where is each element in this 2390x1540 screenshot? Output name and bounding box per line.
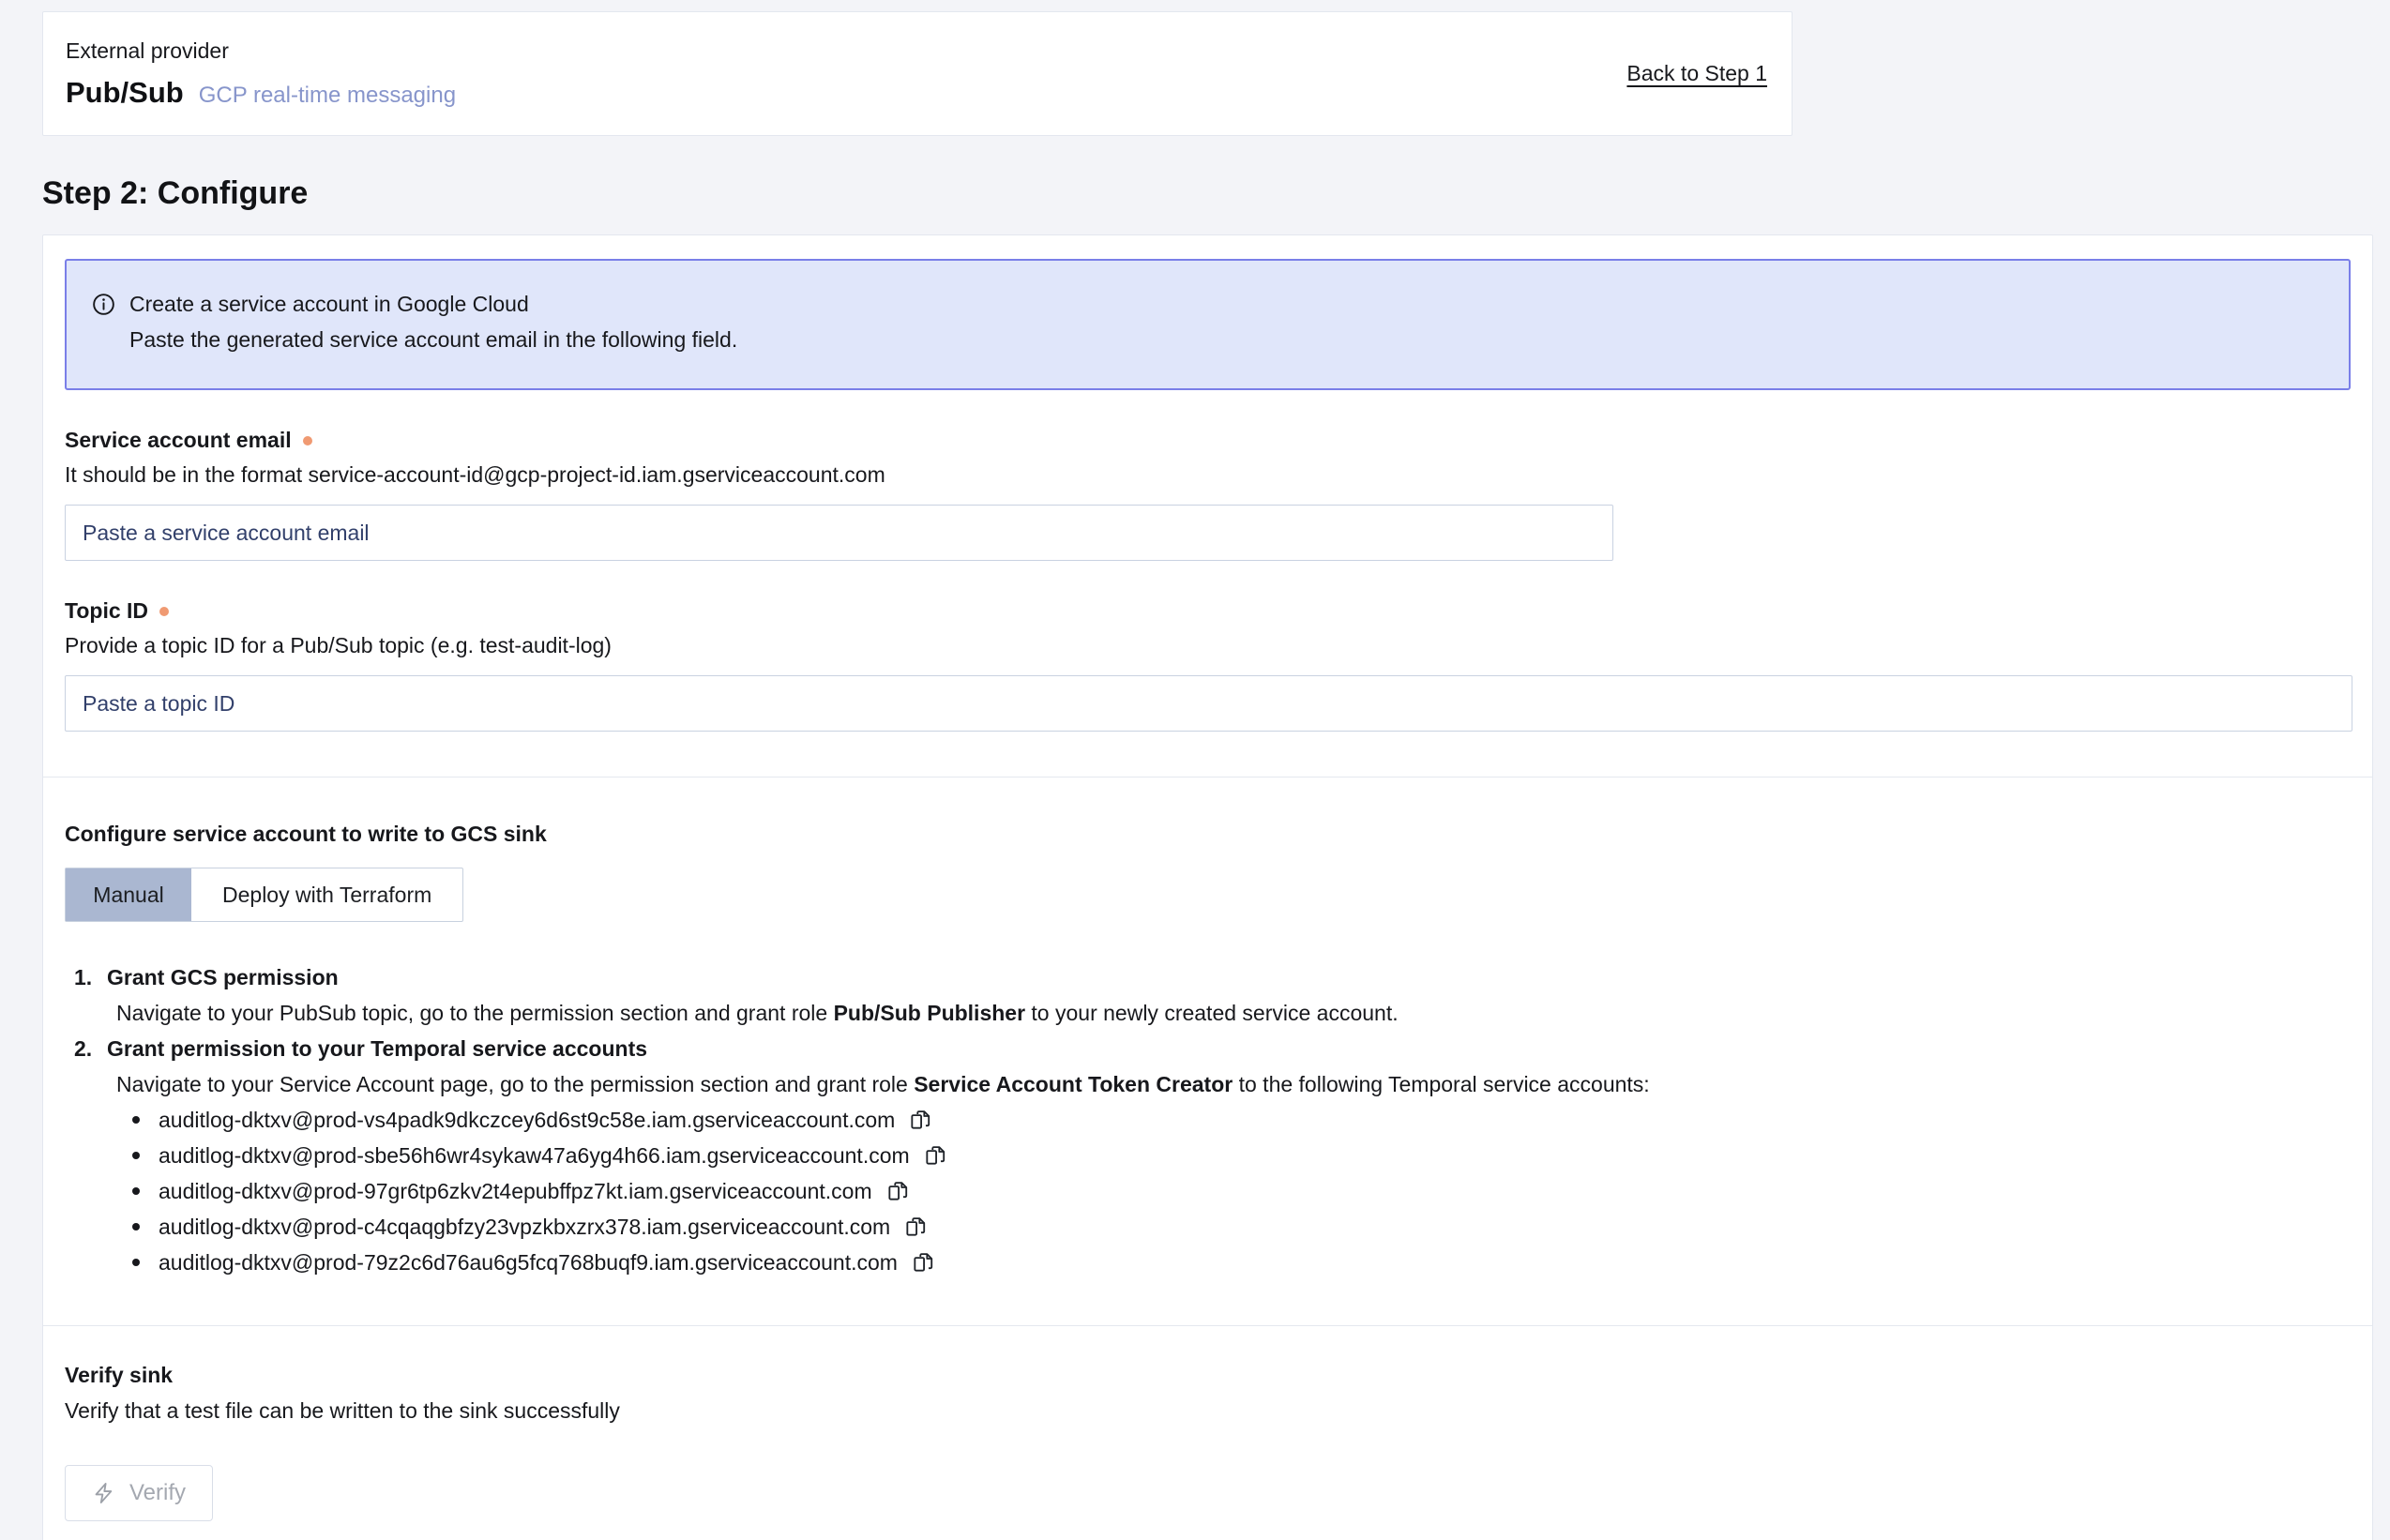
list-item: auditlog-dktxv@prod-sbe56h6wr4sykaw47a6y… [116, 1138, 2351, 1173]
provider-card: External provider Pub/Sub GCP real-time … [42, 11, 1792, 136]
bullet [132, 1116, 140, 1124]
list-item: auditlog-dktxv@prod-79z2c6d76au6g5fcq768… [116, 1245, 2351, 1280]
verify-sink-description: Verify that a test file can be written t… [65, 1398, 2351, 1424]
service-account-email-helper: It should be in the format service-accou… [65, 462, 2351, 488]
configure-card: Create a service account in Google Cloud… [42, 234, 2373, 1540]
bullet [132, 1187, 140, 1195]
topic-id-label: Topic ID [65, 598, 148, 624]
required-indicator [303, 436, 312, 445]
step-number: 1. [65, 959, 107, 995]
verify-button[interactable]: Verify [65, 1465, 213, 1521]
copy-icon [903, 1215, 928, 1239]
bullet [132, 1259, 140, 1266]
provider-info: External provider Pub/Sub GCP real-time … [66, 38, 456, 110]
service-account-email: auditlog-dktxv@prod-97gr6tp6zkv2t4epubff… [159, 1173, 872, 1209]
configure-section-title: Configure service account to write to GC… [65, 822, 2351, 847]
step-number: 2. [65, 1031, 107, 1066]
role-name: Pub/Sub Publisher [834, 1001, 1025, 1025]
info-banner-description: Paste the generated service account emai… [129, 325, 2324, 355]
copy-button[interactable] [908, 1108, 932, 1132]
section-divider [43, 777, 2372, 778]
copy-button[interactable] [885, 1179, 910, 1203]
instruction-step-2: 2. Grant permission to your Temporal ser… [65, 1031, 2351, 1280]
provider-name: Pub/Sub [66, 76, 184, 110]
lightning-bolt-icon [92, 1481, 116, 1505]
verify-sink-title: Verify sink [65, 1363, 2351, 1388]
list-item: auditlog-dktxv@prod-97gr6tp6zkv2t4epubff… [116, 1173, 2351, 1209]
topic-id-input[interactable] [65, 675, 2352, 732]
list-item: auditlog-dktxv@prod-c4cqaqgbfzy23vpzkbxz… [116, 1209, 2351, 1245]
info-icon [91, 292, 116, 317]
service-account-email: auditlog-dktxv@prod-c4cqaqgbfzy23vpzkbxz… [159, 1209, 890, 1245]
configure-method-tabs: Manual Deploy with Terraform [65, 868, 463, 922]
copy-button[interactable] [903, 1215, 928, 1239]
step-title: Grant GCS permission [107, 959, 339, 995]
bullet [132, 1152, 140, 1159]
service-account-email: auditlog-dktxv@prod-79z2c6d76au6g5fcq768… [159, 1245, 898, 1280]
step-body: Navigate to your PubSub topic, go to the… [116, 995, 2351, 1031]
copy-icon [885, 1179, 910, 1203]
step-body-text: Navigate to your Service Account page, g… [116, 1072, 914, 1096]
instruction-step-1: 1. Grant GCS permission Navigate to your… [65, 959, 2351, 1031]
service-account-email: auditlog-dktxv@prod-sbe56h6wr4sykaw47a6y… [159, 1138, 910, 1173]
copy-button[interactable] [923, 1143, 947, 1168]
required-indicator [159, 607, 169, 616]
page-title: Step 2: Configure [42, 175, 2390, 212]
bullet [132, 1223, 140, 1230]
topic-id-helper: Provide a topic ID for a Pub/Sub topic (… [65, 633, 2351, 658]
info-banner: Create a service account in Google Cloud… [65, 259, 2351, 390]
info-banner-title: Create a service account in Google Cloud [129, 292, 529, 317]
service-account-email-label: Service account email [65, 428, 292, 453]
tab-deploy-with-terraform[interactable]: Deploy with Terraform [191, 868, 462, 921]
tab-manual[interactable]: Manual [66, 868, 191, 921]
step-body-text: to your newly created service account. [1025, 1001, 1399, 1025]
service-account-email: auditlog-dktxv@prod-vs4padk9dkczcey6d6st… [159, 1102, 895, 1138]
page: External provider Pub/Sub GCP real-time … [0, 0, 2390, 1540]
step-body: Navigate to your Service Account page, g… [116, 1066, 2351, 1102]
service-account-email-input[interactable] [65, 505, 1613, 561]
copy-icon [923, 1143, 947, 1168]
service-account-list: auditlog-dktxv@prod-vs4padk9dkczcey6d6st… [116, 1102, 2351, 1280]
step-body-text: to the following Temporal service accoun… [1233, 1072, 1649, 1096]
copy-icon [908, 1108, 932, 1132]
copy-icon [911, 1250, 935, 1275]
role-name: Service Account Token Creator [914, 1072, 1233, 1096]
provider-tagline: GCP real-time messaging [199, 83, 456, 109]
instruction-steps: 1. Grant GCS permission Navigate to your… [65, 959, 2351, 1280]
verify-button-label: Verify [129, 1480, 186, 1506]
list-item: auditlog-dktxv@prod-vs4padk9dkczcey6d6st… [116, 1102, 2351, 1138]
copy-button[interactable] [911, 1250, 935, 1275]
step-title: Grant permission to your Temporal servic… [107, 1031, 647, 1066]
section-divider [43, 1325, 2372, 1326]
step-body-text: Navigate to your PubSub topic, go to the… [116, 1001, 834, 1025]
provider-eyebrow: External provider [66, 38, 456, 64]
back-to-step-1-link[interactable]: Back to Step 1 [1626, 61, 1767, 86]
